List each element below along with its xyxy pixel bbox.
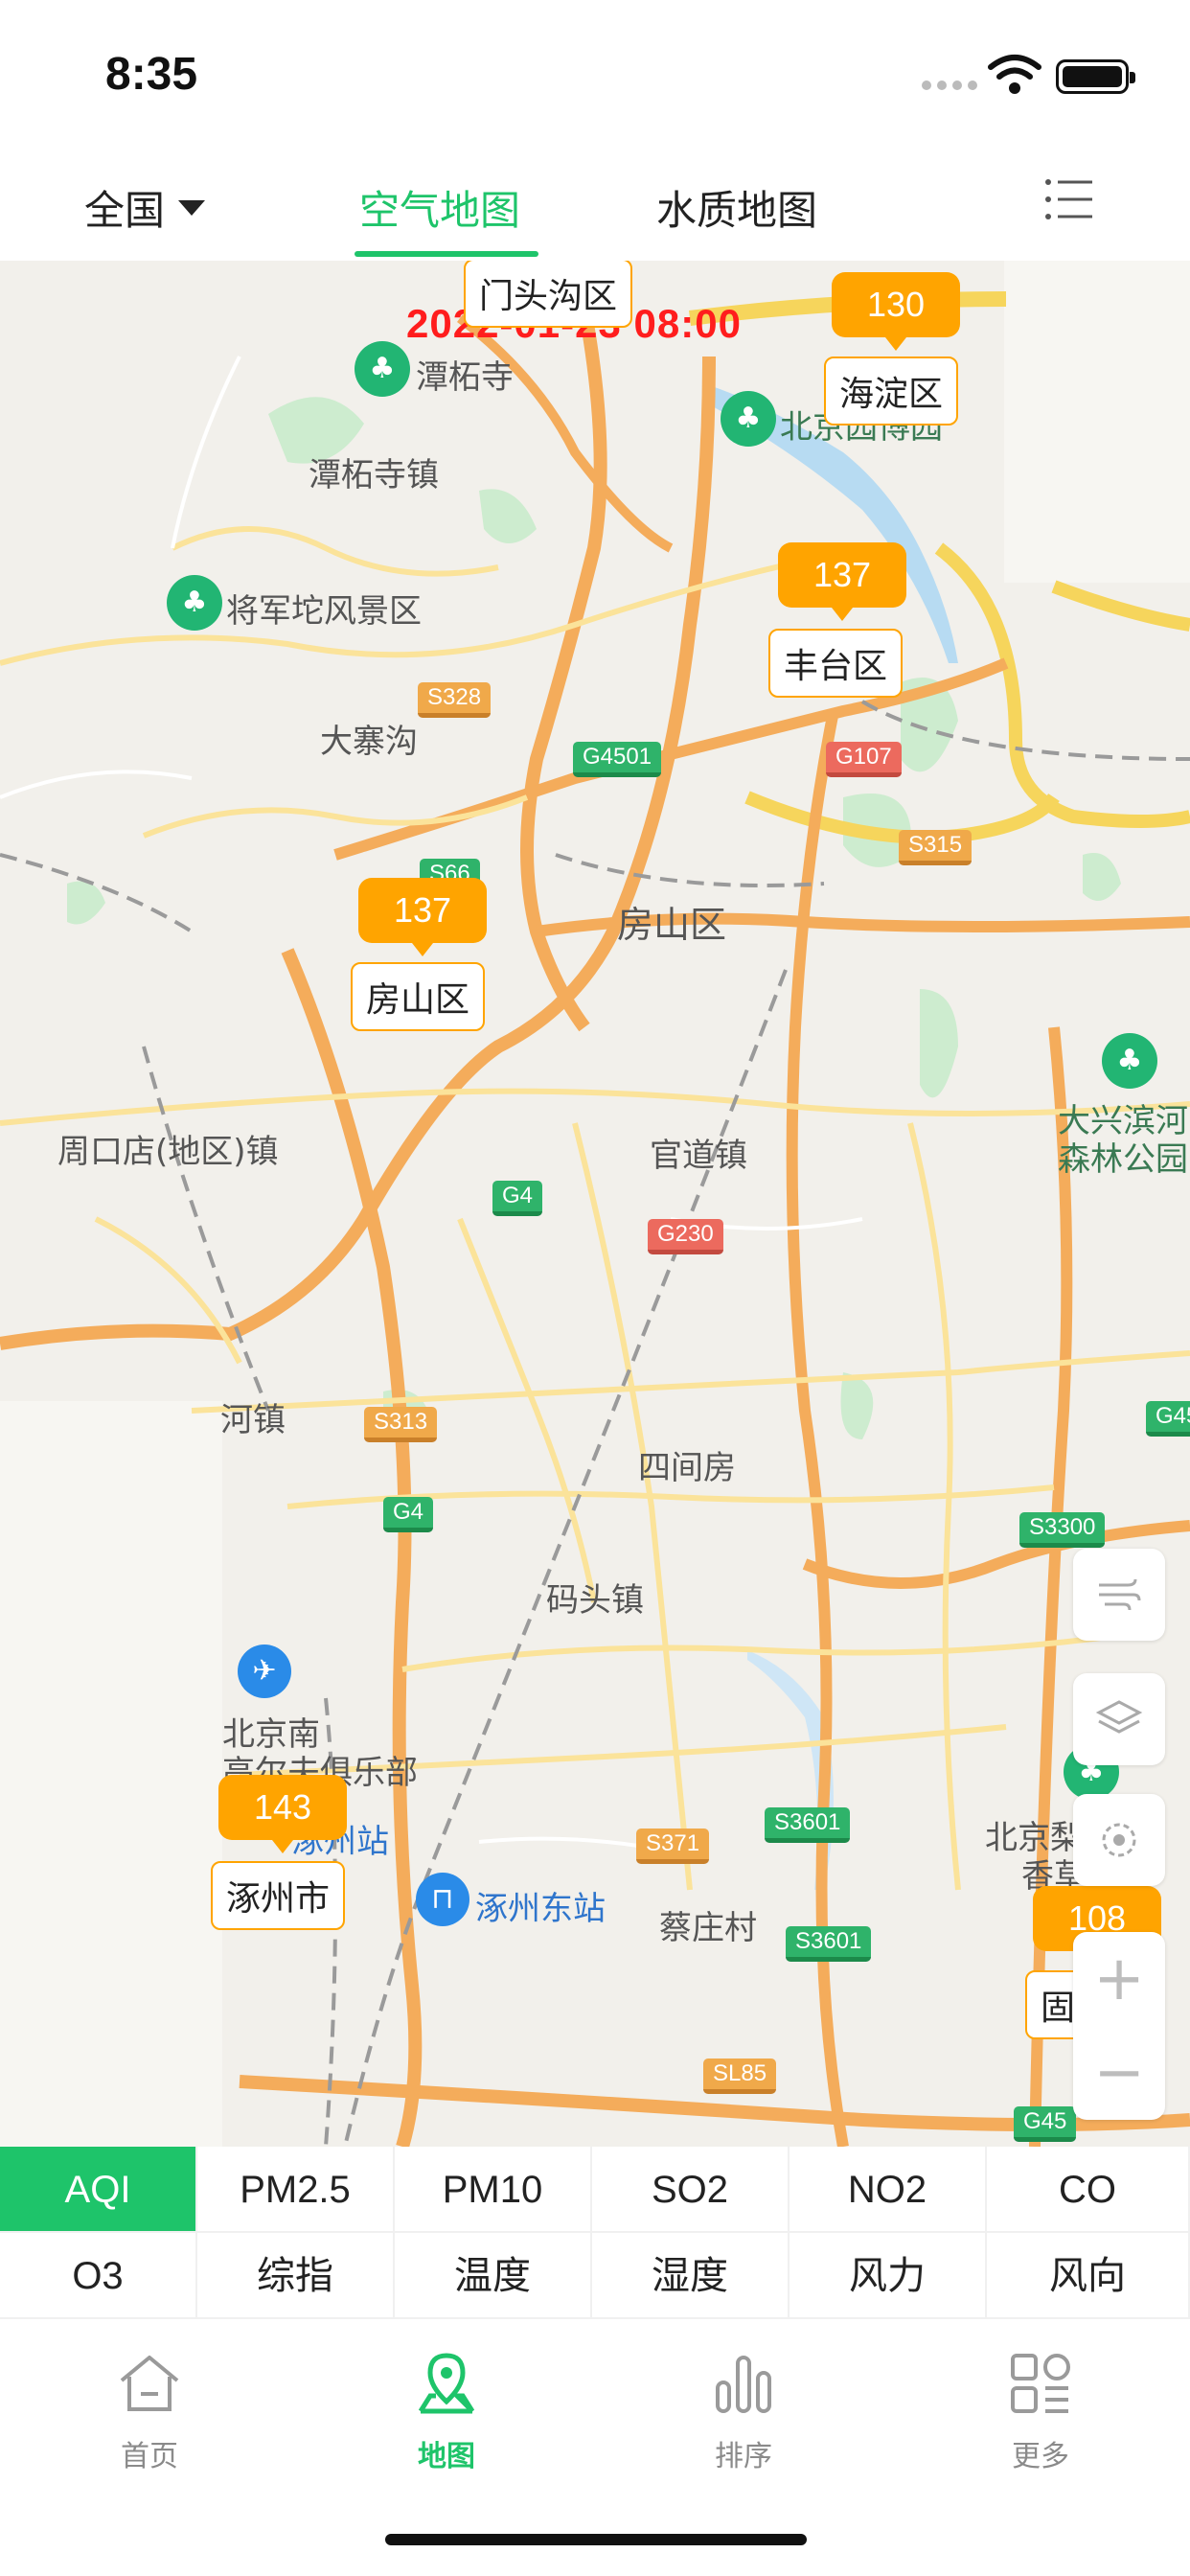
tab-more-label: 更多 [1012, 2440, 1069, 2473]
district-label-fengtai[interactable]: 丰台区 [768, 629, 904, 698]
place-jiangjuntuo: 将军坨风景区 [226, 592, 422, 631]
pollutant-so2[interactable]: SO2 [592, 2147, 790, 2233]
tab-map[interactable]: 地图 [370, 2348, 523, 2474]
zoom-out-button[interactable]: − [1073, 2026, 1165, 2120]
district-label-zhuozhou[interactable]: 涿州市 [211, 1861, 346, 1930]
top-nav: 全国 空气地图 水质地图 [0, 144, 1190, 261]
tab-map-label: 地图 [418, 2440, 475, 2473]
place-matou: 码头镇 [546, 1581, 644, 1620]
place-town-left: 河镇 [220, 1401, 286, 1439]
active-tab-indicator [355, 251, 538, 257]
park-poi-icon: ♣ [721, 391, 776, 447]
road-shield: S371 [636, 1828, 710, 1864]
tab-more[interactable]: 更多 [964, 2348, 1117, 2474]
road-shield: G107 [826, 742, 902, 777]
place-zhoukoudian: 周口店(地区)镇 [57, 1133, 279, 1171]
road-shield: G45 [1014, 2106, 1077, 2142]
bar-chart-icon [716, 2356, 771, 2413]
zoom-in-button[interactable]: + [1073, 1932, 1165, 2026]
place-dazhaigou: 大寨沟 [320, 723, 418, 761]
app-screen: 8:35 全国 空气地图 水质地图 08:00 门头沟区 ♣ 潭柘寺 ♣ 北京园… [0, 0, 1190, 2576]
map-view[interactable]: 2022-01-23 08:00 门头沟区 ♣ 潭柘寺 ♣ 北京园博园 潭柘寺镇… [0, 261, 1190, 2147]
road-shield: S315 [899, 830, 973, 865]
road-shield: S313 [364, 1407, 438, 1442]
bottom-tab-bar: 首页 地图 排序 更多 [0, 2321, 1190, 2576]
pollutant-pm25[interactable]: PM2.5 [197, 2147, 395, 2233]
pollutant-co[interactable]: CO [987, 2147, 1190, 2233]
district-label-fangshan[interactable]: 房山区 [351, 962, 486, 1031]
grid-icon [1011, 2354, 1070, 2413]
tab-ranking-label: 排序 [715, 2440, 772, 2473]
metric-temperature[interactable]: 温度 [395, 2233, 592, 2319]
place-guandao: 官道镇 [650, 1137, 747, 1175]
road-shield: S3601 [786, 1926, 872, 1962]
status-bar: 8:35 [0, 0, 1190, 144]
tab-air-map[interactable]: 空气地图 [359, 178, 520, 237]
place-daxing-forest-2: 森林公园 [1058, 1140, 1188, 1179]
aqi-badge-fengtai[interactable]: 137 [778, 542, 906, 621]
location-icon[interactable] [1073, 1794, 1165, 1886]
place-fangshan: 房山区 [617, 904, 727, 946]
pollutant-no2[interactable]: NO2 [790, 2147, 987, 2233]
pollutant-pm10[interactable]: PM10 [395, 2147, 592, 2233]
home-indicator [385, 2534, 807, 2545]
aqi-badge-zhuozhou[interactable]: 143 [218, 1775, 347, 1853]
metric-wind-direction[interactable]: 风向 [987, 2233, 1190, 2319]
wifi-icon [988, 55, 1041, 94]
park-poi-icon: ♣ [355, 341, 410, 397]
place-zhuozhou-east: 涿州东站 [475, 1890, 606, 1928]
road-shield: G45 [1146, 1401, 1190, 1437]
status-time: 8:35 [105, 49, 198, 100]
pollutant-aqi[interactable]: AQI [0, 2147, 197, 2233]
district-label-haidian[interactable]: 海淀区 [824, 356, 959, 426]
aqi-badge-haidian[interactable]: 130 [832, 272, 960, 351]
place-sijianfang: 四间房 [638, 1449, 736, 1487]
pollutant-o3[interactable]: O3 [0, 2233, 197, 2319]
park-poi-icon: ♣ [167, 575, 222, 631]
road-shield: S3601 [765, 1807, 851, 1843]
layers-icon[interactable] [1073, 1673, 1165, 1765]
district-label-mentougou[interactable]: 门头沟区 [464, 261, 633, 328]
region-selector[interactable]: 全国 [84, 178, 206, 237]
road-shield: G4 [383, 1497, 434, 1532]
road-shield: SL85 [703, 2058, 777, 2094]
battery-icon [1056, 59, 1135, 94]
cellular-signal-icon [922, 80, 977, 90]
place-tanzhe-town: 潭柘寺镇 [309, 456, 439, 494]
list-menu-icon[interactable] [1042, 174, 1096, 224]
map-base-layer [0, 261, 1190, 2147]
airport-poi-icon: ✈ [238, 1644, 291, 1698]
metric-wind-force[interactable]: 风力 [790, 2233, 987, 2319]
place-tanzhe-temple: 潭柘寺 [416, 358, 514, 397]
caret-down-icon [178, 199, 206, 216]
wind-icon[interactable] [1073, 1549, 1165, 1641]
road-shield: G4501 [573, 742, 662, 777]
park-poi-icon: ♣ [1102, 1033, 1157, 1089]
pollutant-selector: AQI PM2.5 PM10 SO2 NO2 CO O3 综指 温度 湿度 风力… [0, 2147, 1190, 2321]
road-shield: G4 [492, 1181, 543, 1216]
region-label: 全国 [84, 187, 166, 234]
map-pin-icon [418, 2353, 475, 2414]
zoom-control: + − [1073, 1932, 1165, 2120]
road-shield: G230 [648, 1219, 723, 1254]
train-station-icon: ⊓ [416, 1873, 469, 1926]
metric-humidity[interactable]: 湿度 [592, 2233, 790, 2319]
tab-home-label: 首页 [121, 2440, 178, 2473]
tab-home[interactable]: 首页 [73, 2348, 226, 2474]
tab-water-map[interactable]: 水质地图 [656, 178, 817, 237]
tab-ranking[interactable]: 排序 [667, 2348, 820, 2474]
aqi-badge-fangshan[interactable]: 137 [358, 878, 487, 956]
road-shield: S328 [418, 682, 492, 718]
place-caizhuang: 蔡庄村 [659, 1909, 757, 1947]
home-icon [120, 2356, 179, 2411]
metric-composite-index[interactable]: 综指 [197, 2233, 395, 2319]
road-shield: S3300 [1019, 1512, 1106, 1548]
